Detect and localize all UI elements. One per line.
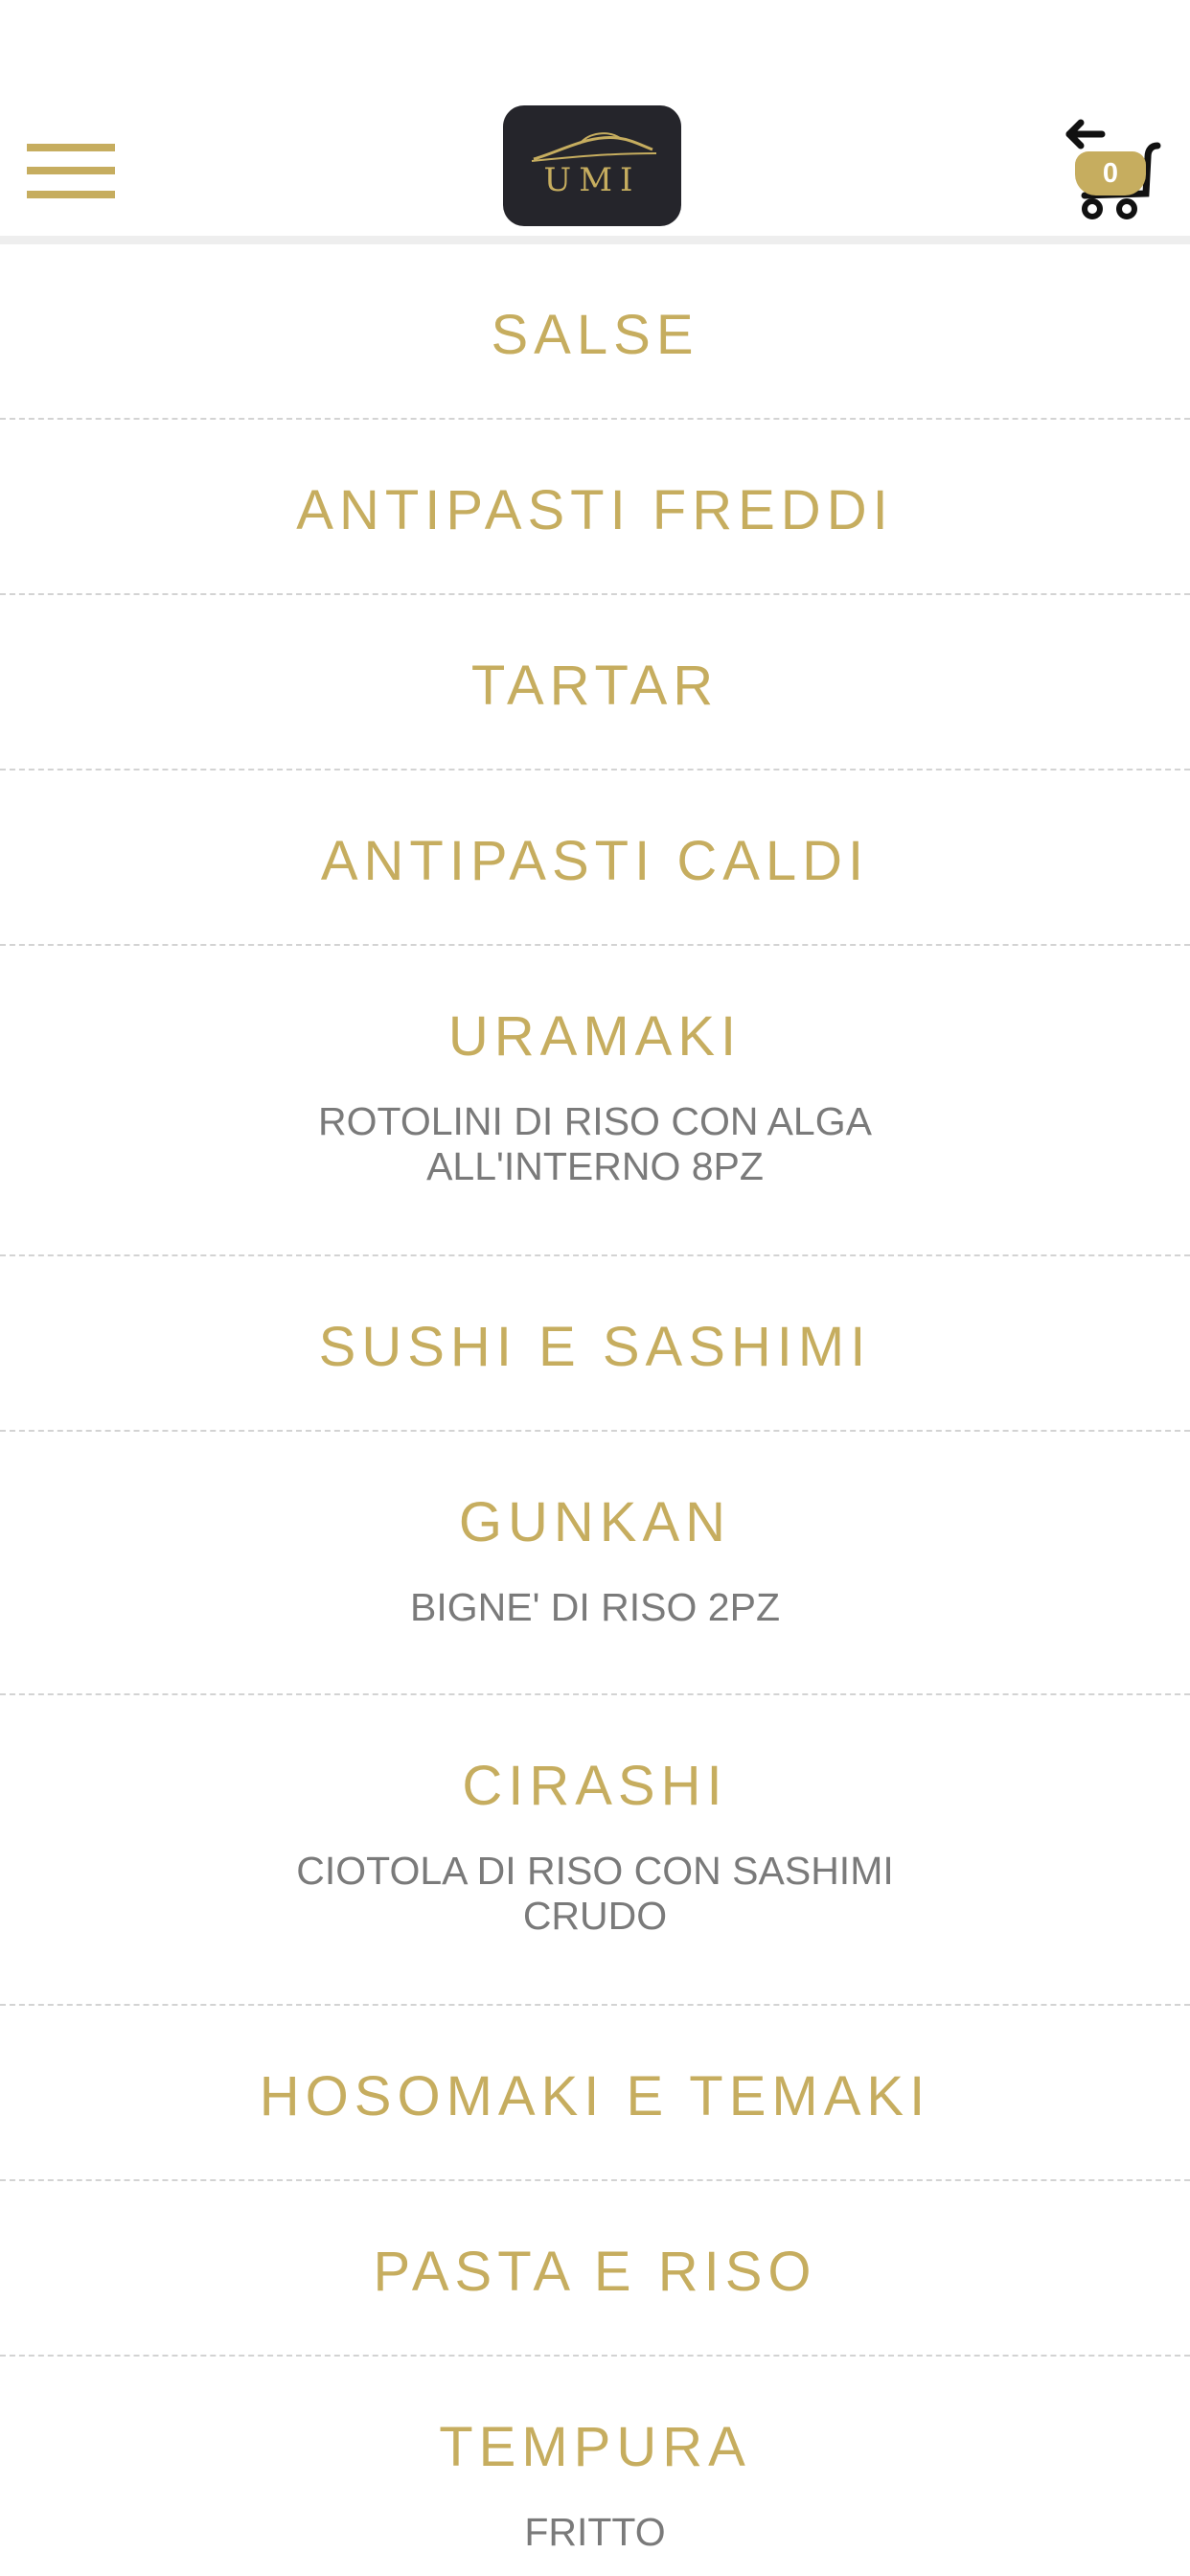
category-pasta-e-riso[interactable]: PASTA E RISO bbox=[0, 2181, 1190, 2357]
shopping-cart-button[interactable]: 0 bbox=[1064, 117, 1169, 222]
category-hosomaki-e-temaki[interactable]: HOSOMAKI E TEMAKI bbox=[0, 2006, 1190, 2181]
category-description: BIGNE' DI RISO 2PZ bbox=[409, 1585, 781, 1629]
category-description: ROTOLINI DI RISO CON ALGA ALL'INTERNO 8P… bbox=[318, 1099, 872, 1188]
category-title: ANTIPASTI FREDDI bbox=[296, 479, 894, 541]
category-uramaki[interactable]: URAMAKI ROTOLINI DI RISO CON ALGA ALL'IN… bbox=[0, 946, 1190, 1256]
category-title: GUNKAN bbox=[458, 1491, 732, 1553]
category-title: URAMAKI bbox=[447, 1005, 743, 1068]
category-antipasti-freddi[interactable]: ANTIPASTI FREDDI bbox=[0, 420, 1190, 595]
category-title: CIRASHI bbox=[462, 1755, 728, 1817]
category-title: HOSOMAKI E TEMAKI bbox=[259, 2065, 931, 2128]
category-title: TEMPURA bbox=[439, 2416, 751, 2478]
category-tempura[interactable]: TEMPURA FRITTO bbox=[0, 2357, 1190, 2554]
category-description: CIOTOLA DI RISO CON SASHIMI CRUDO bbox=[296, 1849, 894, 1938]
category-title: ANTIPASTI CALDI bbox=[320, 830, 870, 892]
cart-count-badge: 0 bbox=[1075, 151, 1146, 196]
category-salse[interactable]: SALSE bbox=[0, 244, 1190, 420]
category-title: SUSHI E SASHIMI bbox=[318, 1316, 872, 1378]
category-antipasti-caldi[interactable]: ANTIPASTI CALDI bbox=[0, 770, 1190, 946]
category-title: TARTAR bbox=[470, 655, 720, 717]
hamburger-menu-icon[interactable] bbox=[27, 144, 115, 201]
category-title: PASTA E RISO bbox=[373, 2241, 817, 2303]
category-list: SALSE ANTIPASTI FREDDI TARTAR ANTIPASTI … bbox=[0, 244, 1190, 2554]
category-cirashi[interactable]: CIRASHI CIOTOLA DI RISO CON SASHIMI CRUD… bbox=[0, 1695, 1190, 2006]
category-sushi-e-sashimi[interactable]: SUSHI E SASHIMI bbox=[0, 1256, 1190, 1432]
app-header: UMI 0 bbox=[0, 0, 1190, 244]
logo-text: UMI bbox=[543, 161, 641, 199]
umi-logo[interactable]: UMI bbox=[503, 105, 681, 226]
category-gunkan[interactable]: GUNKAN BIGNE' DI RISO 2PZ bbox=[0, 1432, 1190, 1695]
category-tartar[interactable]: TARTAR bbox=[0, 595, 1190, 770]
category-description: FRITTO bbox=[524, 2510, 666, 2554]
category-title: SALSE bbox=[491, 304, 699, 366]
